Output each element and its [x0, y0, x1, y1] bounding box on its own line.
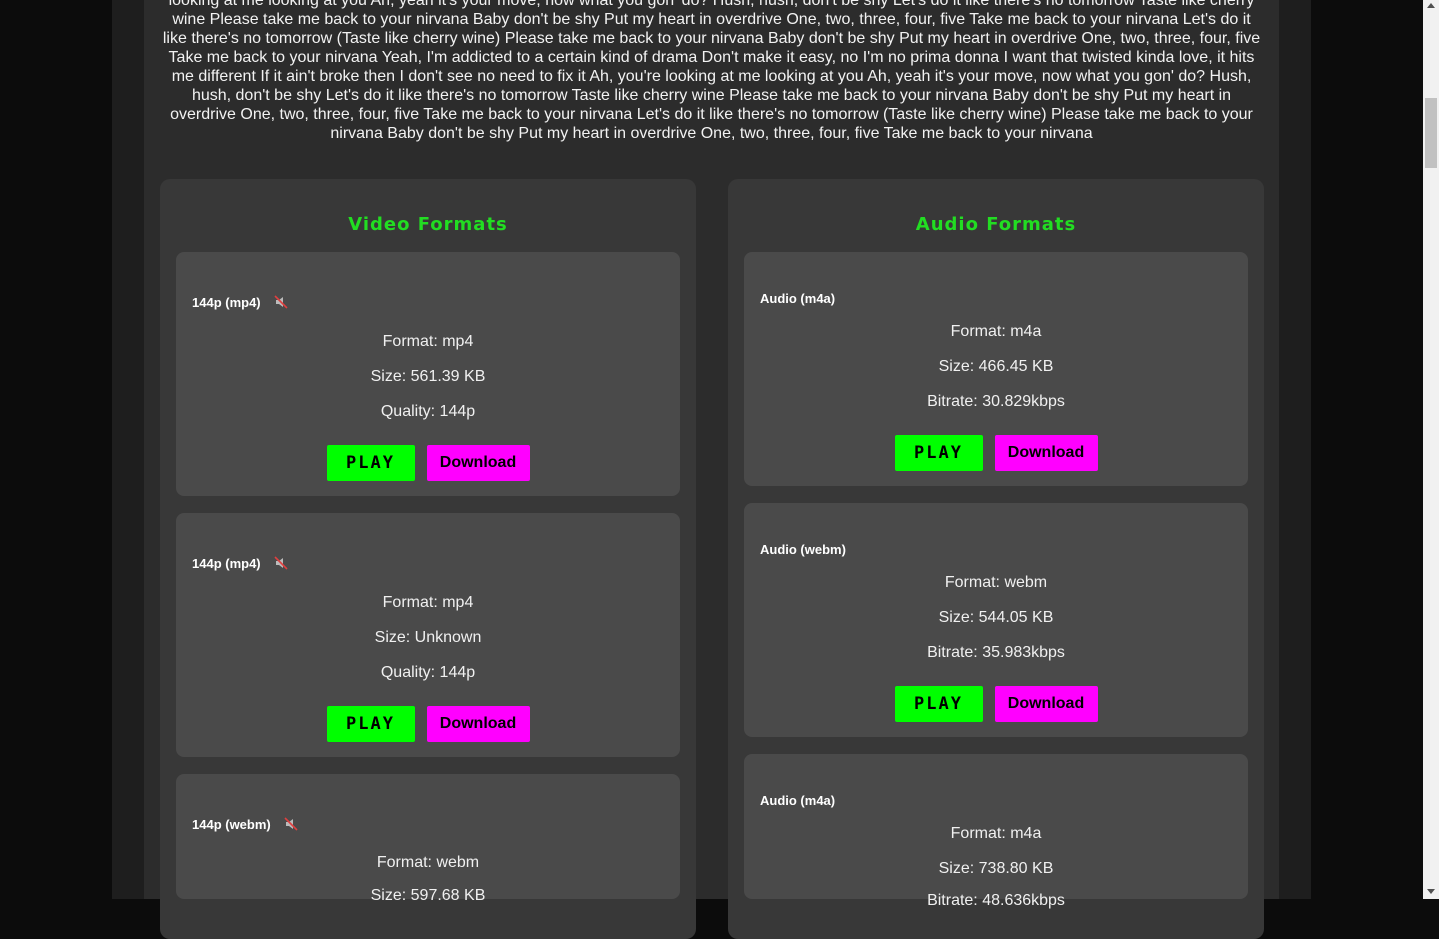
download-button[interactable]: Download: [994, 435, 1098, 471]
muted-speaker-icon: [274, 556, 288, 573]
scrollbar-thumb[interactable]: [1425, 98, 1437, 168]
format-title: 144p (mp4): [192, 556, 261, 571]
bitrate-label: Bitrate: 30.829kbps: [927, 393, 1065, 410]
muted-speaker-icon: [284, 817, 298, 834]
size-label: Size: 466.45 KB: [938, 358, 1054, 375]
bitrate-label: Bitrate: 35.983kbps: [927, 644, 1065, 661]
video-format-card: 144p (mp4) Format: mp4 Size: Unknown Qua…: [176, 513, 680, 757]
download-button[interactable]: Download: [426, 706, 530, 742]
video-formats-title: Video Formats: [348, 214, 508, 235]
audio-format-card: Audio (m4a) Format: m4a Size: 738.80 KB …: [744, 754, 1248, 909]
format-label: Format: mp4: [382, 594, 474, 611]
page-scrollbar[interactable]: [1423, 0, 1439, 899]
format-title: Audio (m4a): [760, 793, 836, 808]
audio-format-card: Audio (webm) Format: webm Size: 544.05 K…: [744, 503, 1248, 737]
format-label: Format: webm: [944, 574, 1048, 591]
play-button[interactable]: PLAY: [326, 445, 415, 481]
bitrate-label: Bitrate: 48.636kbps: [927, 892, 1065, 909]
muted-speaker-icon: [274, 295, 288, 312]
format-label: Format: mp4: [382, 333, 474, 350]
format-title: Audio (m4a): [760, 291, 836, 306]
lyrics-text: looking at me looking at you Ah, yeah it…: [162, 0, 1261, 142]
audio-formats-title: Audio Formats: [915, 214, 1077, 235]
play-button[interactable]: PLAY: [326, 706, 415, 742]
size-label: Size: 544.05 KB: [938, 609, 1054, 626]
scroll-down-arrow-icon[interactable]: [1427, 889, 1435, 894]
download-button[interactable]: Download: [426, 445, 530, 481]
download-button[interactable]: Download: [994, 686, 1098, 722]
video-format-card: 144p (mp4) Format: mp4 Size: 561.39 KB Q…: [176, 252, 680, 496]
format-title: 144p (mp4): [192, 295, 261, 310]
size-label: Size: 561.39 KB: [370, 368, 486, 385]
quality-label: Quality: 144p: [380, 664, 476, 681]
size-label: Size: 597.68 KB: [370, 887, 486, 904]
size-label: Size: 738.80 KB: [938, 860, 1054, 877]
play-button[interactable]: PLAY: [894, 435, 983, 471]
format-label: Format: webm: [376, 854, 480, 871]
scroll-up-arrow-icon[interactable]: [1427, 3, 1435, 8]
format-label: Format: m4a: [950, 825, 1042, 842]
audio-format-card: Audio (m4a) Format: m4a Size: 466.45 KB …: [744, 252, 1248, 486]
format-title: 144p (webm): [192, 817, 271, 832]
video-format-card: 144p (webm) Format: webm Size: 597.68 KB: [176, 774, 680, 904]
quality-label: Quality: 144p: [380, 403, 476, 420]
format-title: Audio (webm): [760, 542, 846, 557]
play-button[interactable]: PLAY: [894, 686, 983, 722]
size-label: Size: Unknown: [374, 629, 482, 646]
format-label: Format: m4a: [950, 323, 1042, 340]
